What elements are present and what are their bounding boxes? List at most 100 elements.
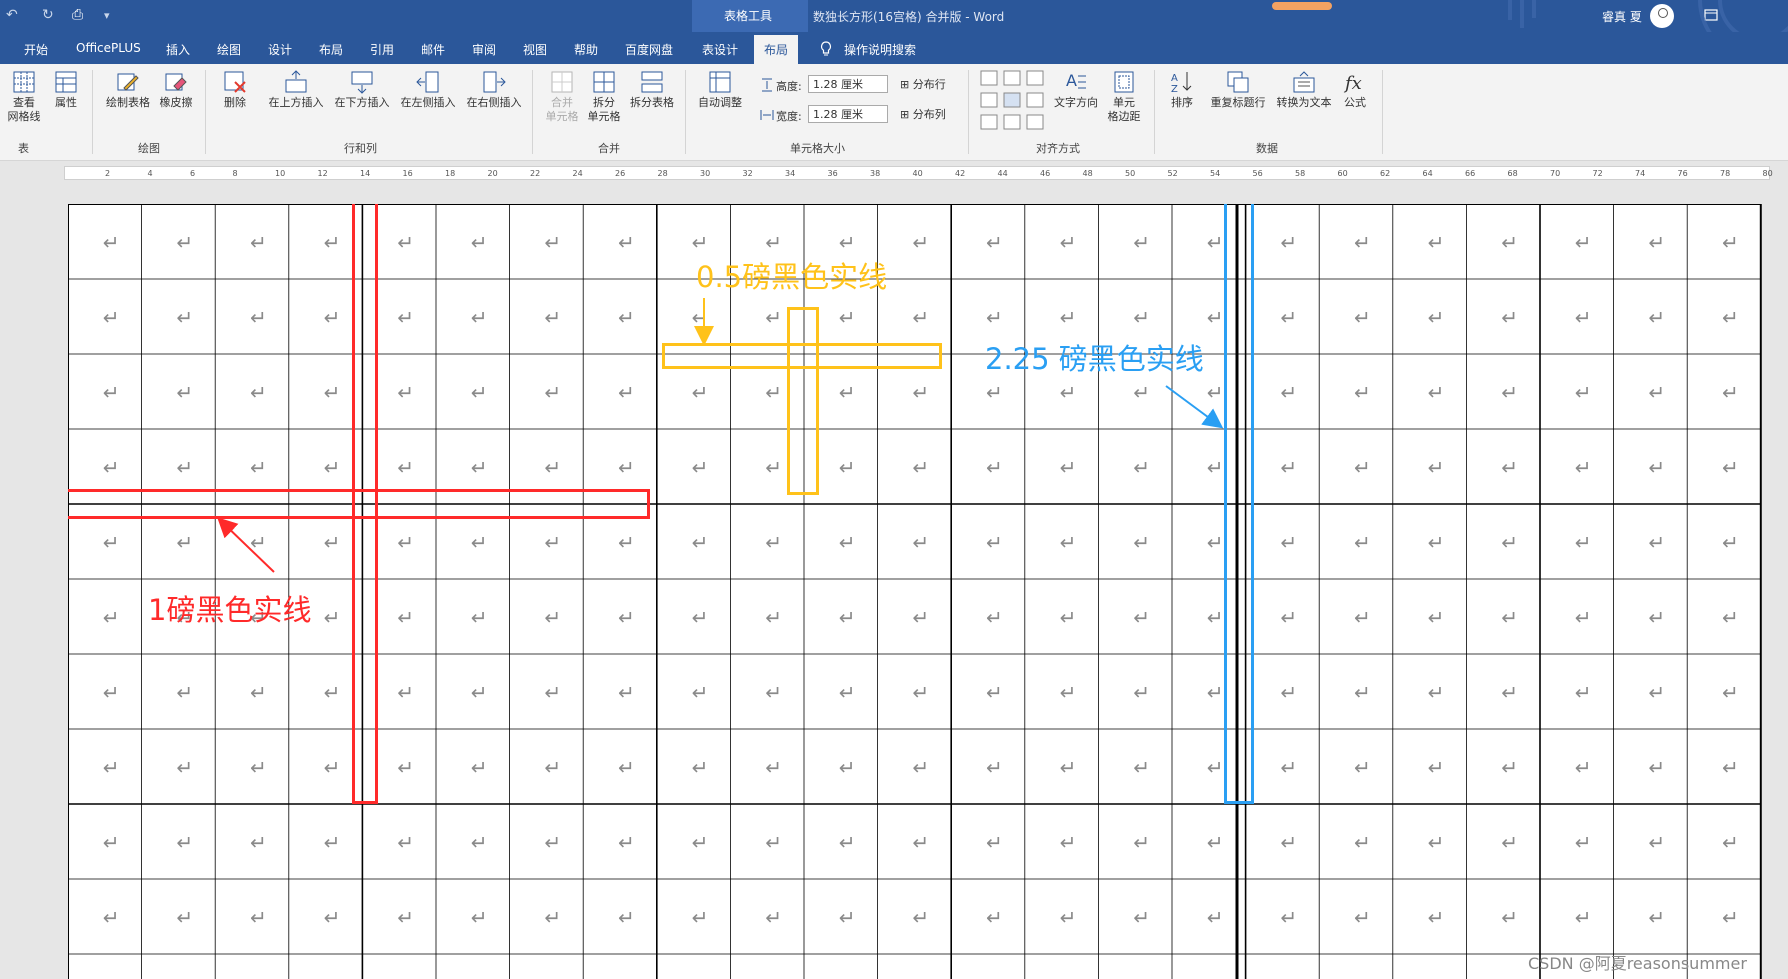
ruler-tick-label: 52 bbox=[1167, 169, 1178, 178]
split-cells-icon bbox=[593, 71, 615, 93]
formula-button[interactable]: fx 公式 bbox=[1338, 70, 1372, 110]
redo-icon[interactable]: ↻ bbox=[42, 7, 54, 23]
tab-view[interactable]: 视图 bbox=[523, 41, 547, 58]
tab-help[interactable]: 帮助 bbox=[574, 41, 598, 58]
watermark: CSDN @阿夏reasonsummer bbox=[1528, 954, 1747, 973]
tab-draw[interactable]: 绘图 bbox=[217, 41, 241, 58]
repeat-header-icon bbox=[1227, 71, 1249, 93]
autofit-button[interactable]: 自动调整 bbox=[694, 70, 746, 110]
split-table-button[interactable]: 拆分表格 bbox=[626, 70, 678, 110]
svg-text:Z: Z bbox=[1171, 84, 1178, 94]
distribute-columns-button[interactable]: ⊞ 分布列 bbox=[900, 106, 946, 122]
eraser-button[interactable]: 橡皮擦 bbox=[156, 70, 196, 110]
distribute-rows-button[interactable]: ⊞ 分布行 bbox=[900, 76, 946, 92]
right-margin-strip bbox=[1762, 204, 1788, 979]
tab-baidu-netdisk[interactable]: 百度网盘 bbox=[625, 41, 673, 58]
undo-icon[interactable]: ↶ bbox=[6, 7, 18, 23]
tab-design[interactable]: 设计 bbox=[268, 41, 292, 58]
group-separator bbox=[205, 70, 206, 154]
text-direction-button[interactable]: A 文字方向 bbox=[1050, 70, 1102, 110]
ruler-tick-label: 6 bbox=[190, 169, 196, 178]
group-separator bbox=[92, 70, 93, 154]
document-page[interactable]: ↵ ↵ ↵ ↵ ↵ ↵ ↵ ↵ ↵ ↵ ↵ ↵ ↵ ↵ ↵ ↵ ↵ ↵ ↵ ↵ ↵ ↵ ↵ ↵ ↵ ↵ ↵ ↵ ↵ ↵ ↵ ↵ ↵ ↵ ↵ ↵ ↵ ↵ ↵ ↵… bbox=[68, 204, 1762, 979]
red-annotation-label: 1磅黑色实线 bbox=[148, 593, 312, 627]
alignment-grid-icon[interactable] bbox=[980, 70, 1046, 132]
ruler-tick-label: 46 bbox=[1040, 169, 1051, 178]
ruler-tick-label: 48 bbox=[1082, 169, 1093, 178]
distribute-rows-label: 分布行 bbox=[912, 78, 946, 91]
lightbulb-icon bbox=[820, 41, 832, 56]
row-height-icon bbox=[762, 78, 772, 92]
convert-to-text-button[interactable]: 转换为文本 bbox=[1272, 70, 1336, 110]
properties-button[interactable]: 属性 bbox=[48, 70, 84, 110]
tab-home[interactable]: 开始 bbox=[24, 41, 48, 58]
document-title: 数独长方形(16宫格) 合并版 - Word bbox=[813, 10, 1005, 24]
ruler-tick-label: 44 bbox=[997, 169, 1008, 178]
convert-to-text-icon bbox=[1293, 71, 1315, 93]
ruler-tick-label: 36 bbox=[827, 169, 838, 178]
tab-table-design[interactable]: 表设计 bbox=[702, 41, 738, 58]
draw-table-button[interactable]: 绘制表格 bbox=[102, 70, 154, 110]
ruler-track[interactable]: 2 4 6 8 10 12 14 16 18 20 22 24 26 28 30 32 34 36 38 40 42 44… bbox=[64, 166, 1773, 180]
tell-me-search[interactable]: 操作说明搜索 bbox=[844, 41, 916, 58]
insert-below-button[interactable]: 在下方插入 bbox=[330, 70, 394, 110]
ruler-tick-label: 28 bbox=[657, 169, 668, 178]
column-width-input[interactable]: 1.28 厘米 bbox=[808, 105, 888, 123]
cell-margins-button[interactable]: 单元 格边距 bbox=[1104, 70, 1144, 124]
autosave-indicator bbox=[1272, 2, 1332, 10]
insert-left-button[interactable]: 在左侧插入 bbox=[396, 70, 460, 110]
ruler-tick-label: 2 bbox=[105, 169, 111, 178]
repeat-header-rows-button[interactable]: 重复标题行 bbox=[1206, 70, 1270, 110]
yellow-annotation-label: 0.5磅黑色实线 bbox=[696, 260, 888, 294]
blue-arrow bbox=[1165, 385, 1224, 429]
ruler-tick-label: 22 bbox=[530, 169, 541, 178]
view-gridlines-button[interactable]: 查看 网格线 bbox=[4, 70, 44, 124]
repeat-header-label: 重复标题行 bbox=[1210, 96, 1266, 109]
customize-qat-icon[interactable]: ▾ bbox=[104, 9, 110, 22]
group-alignment-label: 对齐方式 bbox=[1036, 142, 1080, 155]
ruler-tick-label: 14 bbox=[360, 169, 371, 178]
ribbon-tabs: 开始 OfficePLUS 插入 绘图 设计 布局 引用 邮件 审阅 视图 帮助… bbox=[0, 32, 1788, 64]
tab-table-layout[interactable]: 布局 bbox=[754, 35, 799, 64]
delete-table-icon bbox=[224, 71, 246, 93]
print-preview-icon[interactable]: ⎙ bbox=[72, 7, 83, 23]
ruler-tick-label: 12 bbox=[317, 169, 328, 178]
tab-mailings[interactable]: 邮件 bbox=[421, 41, 445, 58]
ruler-tick-label: 32 bbox=[742, 169, 753, 178]
row-height-input[interactable]: 1.28 厘米 bbox=[808, 75, 888, 93]
ruler-tick-label: 68 bbox=[1507, 169, 1518, 178]
cell-margins-icon bbox=[1114, 71, 1134, 93]
ruler-tick-label: 18 bbox=[445, 169, 456, 178]
tab-page-layout[interactable]: 布局 bbox=[319, 41, 343, 58]
sort-button[interactable]: AZ 排序 bbox=[1164, 70, 1200, 110]
draw-table-label: 绘制表格 bbox=[106, 96, 150, 109]
merge-cells-button[interactable]: 合并 单元格 bbox=[540, 70, 584, 124]
ruler-tick-label: 74 bbox=[1635, 169, 1646, 178]
insert-left-label: 在左侧插入 bbox=[400, 96, 456, 109]
annotation-arrows bbox=[217, 298, 1224, 573]
delete-button[interactable]: 删除 bbox=[212, 70, 258, 110]
insert-right-icon bbox=[483, 71, 506, 93]
blue-annotation-label: 2.25 磅黑色实线 bbox=[985, 342, 1204, 376]
ruler-tick-label: 30 bbox=[700, 169, 711, 178]
delete-label: 删除 bbox=[224, 96, 246, 109]
group-draw-label: 绘图 bbox=[138, 142, 160, 155]
tab-insert[interactable]: 插入 bbox=[166, 41, 190, 58]
ruler-tick-label: 58 bbox=[1295, 169, 1306, 178]
horizontal-ruler: 2 4 6 8 10 12 14 16 18 20 22 24 26 28 30 32 34 36 38 40 42 44… bbox=[0, 161, 1788, 183]
ruler-tick-label: 64 bbox=[1422, 169, 1433, 178]
convert-to-text-label: 转换为文本 bbox=[1276, 96, 1332, 109]
text-direction-label: 文字方向 bbox=[1054, 96, 1098, 109]
tab-references[interactable]: 引用 bbox=[370, 41, 394, 58]
split-cells-button[interactable]: 拆分 单元格 bbox=[584, 70, 624, 124]
formula-label: 公式 bbox=[1344, 96, 1366, 109]
split-cells-label: 拆分 单元格 bbox=[587, 96, 621, 123]
tab-review[interactable]: 审阅 bbox=[472, 41, 496, 58]
sort-label: 排序 bbox=[1171, 96, 1193, 109]
tab-officeplus[interactable]: OfficePLUS bbox=[76, 41, 141, 55]
ruler-tick-label: 78 bbox=[1720, 169, 1731, 178]
insert-above-button[interactable]: 在上方插入 bbox=[264, 70, 328, 110]
insert-right-button[interactable]: 在右侧插入 bbox=[462, 70, 526, 110]
ruler-tick-label: 72 bbox=[1592, 169, 1603, 178]
sort-icon: AZ bbox=[1171, 72, 1192, 94]
